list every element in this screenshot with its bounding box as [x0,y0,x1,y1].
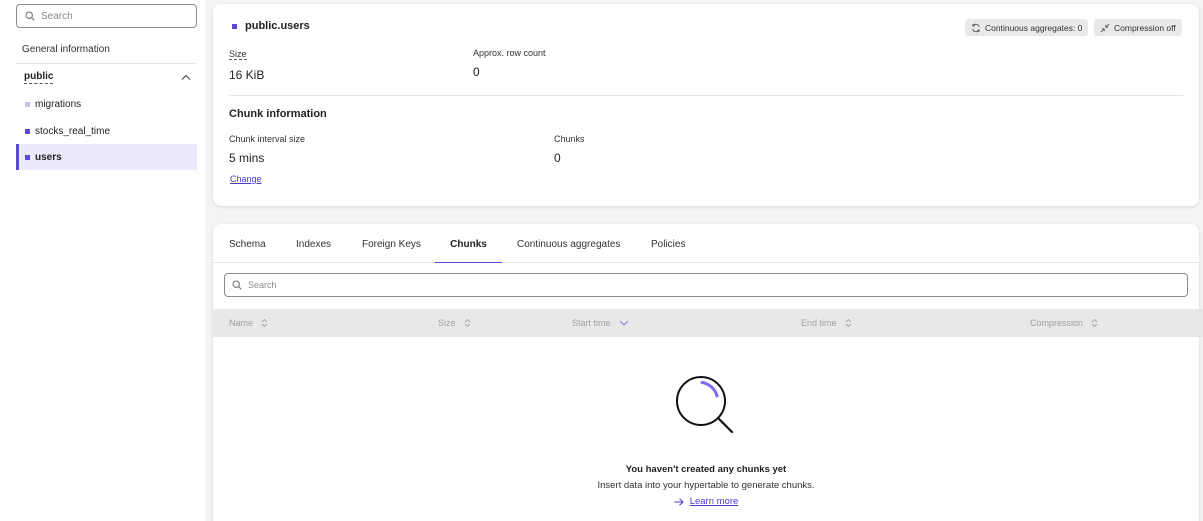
continuous-aggregates-label: Continuous aggregates: 0 [985,22,1083,33]
sidebar-item-stocks-real-time[interactable]: stocks_real_time [16,118,197,144]
table-overview-card: public.users Continuous aggregates: 0 Co… [213,4,1199,206]
empty-state-subtitle: Insert data into your hypertable to gene… [597,480,815,491]
sidebar-item-migrations[interactable]: migrations [16,91,197,117]
column-header-size[interactable]: Size [438,318,471,328]
chunks-count-label: Chunks [554,134,585,144]
search-icon [25,11,35,21]
column-header-name[interactable]: Name [229,318,268,328]
column-header-end-time[interactable]: End time [801,318,852,328]
chunk-interval-label: Chunk interval size [229,134,306,144]
compression-label: Compression off [1114,22,1176,33]
arrow-right-icon [674,497,684,506]
empty-state-title: You haven't created any chunks yet [625,464,787,475]
sort-icon [464,318,470,328]
column-header-label: Start time [572,318,611,328]
page-title: public.users [245,20,310,32]
sort-icon [261,318,268,328]
table-square-icon [25,101,30,107]
change-interval-link[interactable]: Change [230,174,262,184]
tab-continuous-aggregates[interactable]: Continuous aggregates [517,239,620,263]
chevron-up-icon[interactable] [180,72,192,82]
magnifying-glass-icon [676,376,734,434]
sidebar-item-label: migrations [35,98,82,110]
tab-schema[interactable]: Schema [229,239,266,263]
sidebar-schema-public[interactable]: public [24,71,54,84]
refresh-icon [972,23,980,32]
table-details-card: Schema Indexes Foreign Keys Chunks Conti… [213,224,1203,521]
column-header-start-time[interactable]: Start time [572,318,629,328]
tab-bar: Schema Indexes Foreign Keys Chunks Conti… [213,224,1199,263]
sidebar-item-users[interactable]: users [16,144,197,170]
compress-icon [1100,23,1110,32]
size-value: 16 KiB [229,68,265,82]
tab-foreign-keys[interactable]: Foreign Keys [362,239,421,263]
column-header-label: Size [438,318,456,328]
sidebar-item-label: users [35,151,62,163]
chunks-count-value: 0 [554,151,561,165]
section-divider [229,95,1183,96]
tab-chunks[interactable]: Chunks [435,239,502,263]
table-header: Name Size Start time End time Compressio… [213,309,1203,337]
compression-badge: Compression off [1094,19,1182,36]
chunk-information-title: Chunk information [229,108,327,120]
table-square-icon [25,128,30,134]
chunks-search-input[interactable] [248,280,1148,290]
sidebar-search-box[interactable] [16,4,197,28]
row-count-label: Approx. row count [473,48,546,58]
sidebar-divider [16,63,197,64]
column-header-label: Name [229,318,254,328]
sort-icon [845,318,851,328]
column-header-label: End time [801,318,837,328]
search-icon [232,280,242,290]
table-square-icon [25,154,30,160]
table-square-icon [232,23,237,29]
size-label: Size [229,49,247,60]
sidebar-search-input[interactable] [41,10,181,22]
continuous-aggregates-badge: Continuous aggregates: 0 [965,19,1089,36]
chunks-search-box[interactable] [224,273,1188,297]
chunk-interval-value: 5 mins [229,151,265,165]
page-title-row: public.users [232,20,310,32]
sidebar-general-information[interactable]: General information [22,44,110,55]
row-count-value: 0 [473,65,480,79]
empty-state: You haven't created any chunks yet Inser… [213,374,1199,509]
tab-policies[interactable]: Policies [651,239,685,263]
tab-indexes[interactable]: Indexes [296,239,331,263]
sort-descending-icon [619,320,628,326]
learn-more-link[interactable]: Learn more [674,496,739,507]
sidebar: General information public migrations st… [0,0,205,521]
sort-icon [1091,318,1098,328]
column-header-compression[interactable]: Compression [1030,318,1098,328]
column-header-label: Compression [1030,318,1084,328]
sidebar-item-label: stocks_real_time [35,125,111,137]
learn-more-label: Learn more [689,496,739,507]
